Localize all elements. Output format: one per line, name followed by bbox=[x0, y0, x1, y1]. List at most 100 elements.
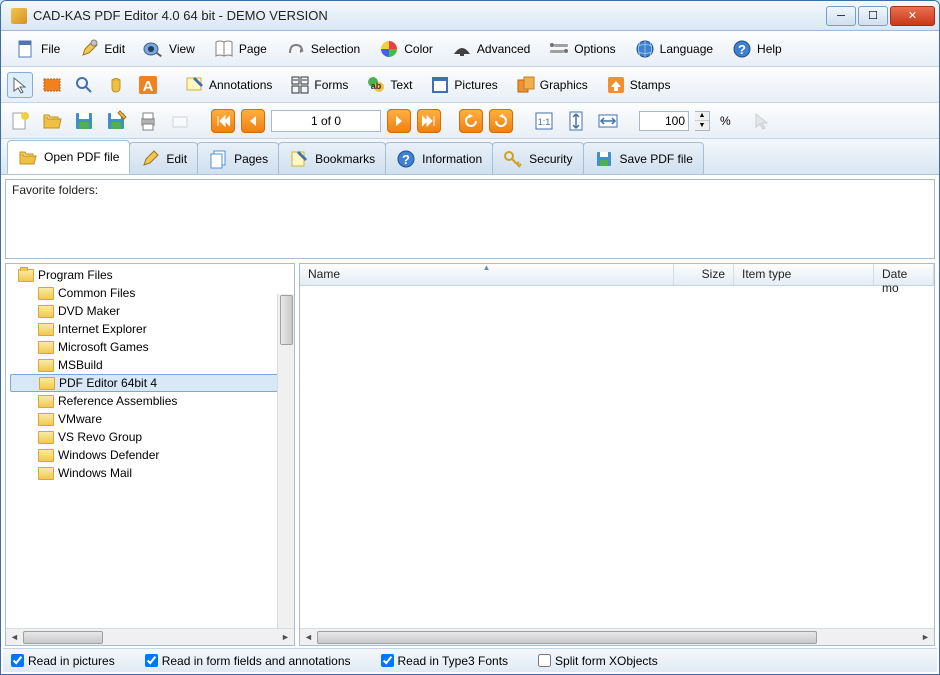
tree-folder-child[interactable]: MSBuild bbox=[10, 356, 290, 374]
menu-file[interactable]: File bbox=[7, 34, 68, 64]
zoom-input[interactable] bbox=[639, 111, 689, 131]
check-read-pictures[interactable]: Read in pictures bbox=[11, 654, 115, 668]
last-page-button[interactable] bbox=[417, 109, 441, 133]
annotations-icon bbox=[185, 75, 205, 95]
col-size[interactable]: Size bbox=[674, 264, 734, 285]
tree-folder-child[interactable]: Reference Assemblies bbox=[10, 392, 290, 410]
open-file-button[interactable] bbox=[39, 108, 65, 134]
folder-icon bbox=[39, 377, 55, 390]
first-page-button[interactable] bbox=[211, 109, 235, 133]
tab-edit[interactable]: Edit bbox=[129, 142, 198, 174]
tree-folder-child[interactable]: Windows Defender bbox=[10, 446, 290, 464]
tree-item-label: Windows Mail bbox=[58, 466, 132, 480]
new-file-button[interactable] bbox=[7, 108, 33, 134]
check-read-forms-box[interactable] bbox=[145, 654, 158, 667]
rotate-right-button[interactable] bbox=[489, 109, 513, 133]
pointer-tool[interactable] bbox=[7, 72, 33, 98]
menu-page[interactable]: Page bbox=[205, 34, 275, 64]
folder-icon bbox=[38, 467, 54, 480]
tree-item-label: PDF Editor 64bit 4 bbox=[59, 376, 157, 390]
zoom-unit-label: % bbox=[720, 114, 731, 128]
forms-tool[interactable]: Forms bbox=[284, 73, 354, 97]
menu-selection[interactable]: Selection bbox=[277, 34, 368, 64]
tab-pages[interactable]: Pages bbox=[197, 142, 279, 174]
folder-tree[interactable]: Program FilesCommon Files DVD Maker Intern… bbox=[6, 264, 294, 628]
zoom-tool[interactable] bbox=[71, 72, 97, 98]
stamps-tool[interactable]: Stamps bbox=[600, 73, 677, 97]
tabbar: Open PDF file Edit Pages Bookmarks ? Inf… bbox=[1, 139, 939, 175]
tree-scrollbar-h[interactable]: ◄ ► bbox=[6, 628, 294, 645]
menu-view[interactable]: View bbox=[135, 34, 203, 64]
col-name[interactable]: Name▲ bbox=[300, 264, 674, 285]
scan-button[interactable] bbox=[167, 108, 193, 134]
prev-page-button[interactable] bbox=[241, 109, 265, 133]
text-group-tool[interactable]: ab Text bbox=[360, 73, 418, 97]
col-type[interactable]: Item type bbox=[734, 264, 874, 285]
language-icon bbox=[634, 38, 656, 60]
tab-security[interactable]: Security bbox=[492, 142, 583, 174]
menubar: File Edit View Page Selection Color Adva… bbox=[1, 31, 939, 67]
minimize-button[interactable]: ─ bbox=[826, 6, 856, 26]
fit-height-button[interactable] bbox=[563, 108, 589, 134]
annotations-tool[interactable]: Annotations bbox=[179, 73, 278, 97]
rotate-left-button[interactable] bbox=[459, 109, 483, 133]
actual-size-button[interactable]: 1:1 bbox=[531, 108, 557, 134]
zoom-spinner[interactable]: ▲▼ bbox=[695, 111, 710, 131]
folder-icon bbox=[38, 323, 54, 336]
tree-folder-child[interactable]: Windows Mail bbox=[10, 464, 290, 482]
save-as-button[interactable] bbox=[103, 108, 129, 134]
toolbar-file-nav: 1:1 ▲▼ % bbox=[1, 103, 939, 139]
tree-scrollbar-v[interactable] bbox=[277, 294, 294, 628]
tree-folder-child[interactable]: Internet Explorer bbox=[10, 320, 290, 338]
select-area-tool[interactable] bbox=[39, 72, 65, 98]
graphics-tool[interactable]: Graphics bbox=[510, 73, 594, 97]
pictures-tool[interactable]: Pictures bbox=[424, 73, 503, 97]
tree-folder-child[interactable]: VS Revo Group bbox=[10, 428, 290, 446]
tree-folder-root[interactable]: Program Files bbox=[10, 266, 290, 284]
print-button[interactable] bbox=[135, 108, 161, 134]
favorite-folders-label: Favorite folders: bbox=[6, 180, 934, 200]
tree-folder-child[interactable]: Common Files bbox=[10, 284, 290, 302]
maximize-button[interactable]: ☐ bbox=[858, 6, 888, 26]
menu-language[interactable]: Language bbox=[626, 34, 721, 64]
tab-bookmarks[interactable]: Bookmarks bbox=[278, 142, 386, 174]
col-date[interactable]: Date mo bbox=[874, 264, 934, 285]
tab-save-pdf[interactable]: Save PDF file bbox=[583, 142, 704, 174]
text-tool[interactable]: A bbox=[135, 72, 161, 98]
tree-folder-child[interactable]: VMware bbox=[10, 410, 290, 428]
folder-icon bbox=[38, 287, 54, 300]
folder-icon bbox=[38, 341, 54, 354]
check-read-pictures-box[interactable] bbox=[11, 654, 24, 667]
cursor-disabled bbox=[749, 108, 775, 134]
page-input[interactable] bbox=[271, 110, 381, 132]
menu-color[interactable]: Color bbox=[370, 34, 441, 64]
check-read-forms[interactable]: Read in form fields and annotations bbox=[145, 654, 351, 668]
folder-icon bbox=[38, 413, 54, 426]
tree-folder-child[interactable]: Microsoft Games bbox=[10, 338, 290, 356]
menu-edit[interactable]: Edit bbox=[70, 34, 133, 64]
save-button[interactable] bbox=[71, 108, 97, 134]
pictures-icon bbox=[430, 75, 450, 95]
menu-options[interactable]: Options bbox=[540, 34, 623, 64]
list-scrollbar-h[interactable]: ◄ ► bbox=[300, 628, 934, 645]
next-page-button[interactable] bbox=[387, 109, 411, 133]
menu-help[interactable]: ? Help bbox=[723, 34, 790, 64]
check-split-xobjects-box[interactable] bbox=[538, 654, 551, 667]
menu-advanced[interactable]: Advanced bbox=[443, 34, 538, 64]
close-button[interactable]: ✕ bbox=[890, 6, 935, 26]
file-list-body[interactable] bbox=[300, 286, 934, 628]
check-read-type3-box[interactable] bbox=[381, 654, 394, 667]
tab-open-pdf[interactable]: Open PDF file bbox=[7, 140, 130, 174]
tree-folder-child[interactable]: PDF Editor 64bit 4 bbox=[10, 374, 290, 392]
tree-item-label: DVD Maker bbox=[58, 304, 120, 318]
hand-tool[interactable] bbox=[103, 72, 129, 98]
tree-folder-child[interactable]: DVD Maker bbox=[10, 302, 290, 320]
check-read-type3[interactable]: Read in Type3 Fonts bbox=[381, 654, 509, 668]
page-icon bbox=[213, 38, 235, 60]
check-split-xobjects[interactable]: Split form XObjects bbox=[538, 654, 658, 668]
svg-text:1:1: 1:1 bbox=[538, 117, 551, 127]
tab-information[interactable]: ? Information bbox=[385, 142, 493, 174]
save-icon bbox=[594, 149, 614, 169]
fit-width-button[interactable] bbox=[595, 108, 621, 134]
forms-icon bbox=[290, 75, 310, 95]
